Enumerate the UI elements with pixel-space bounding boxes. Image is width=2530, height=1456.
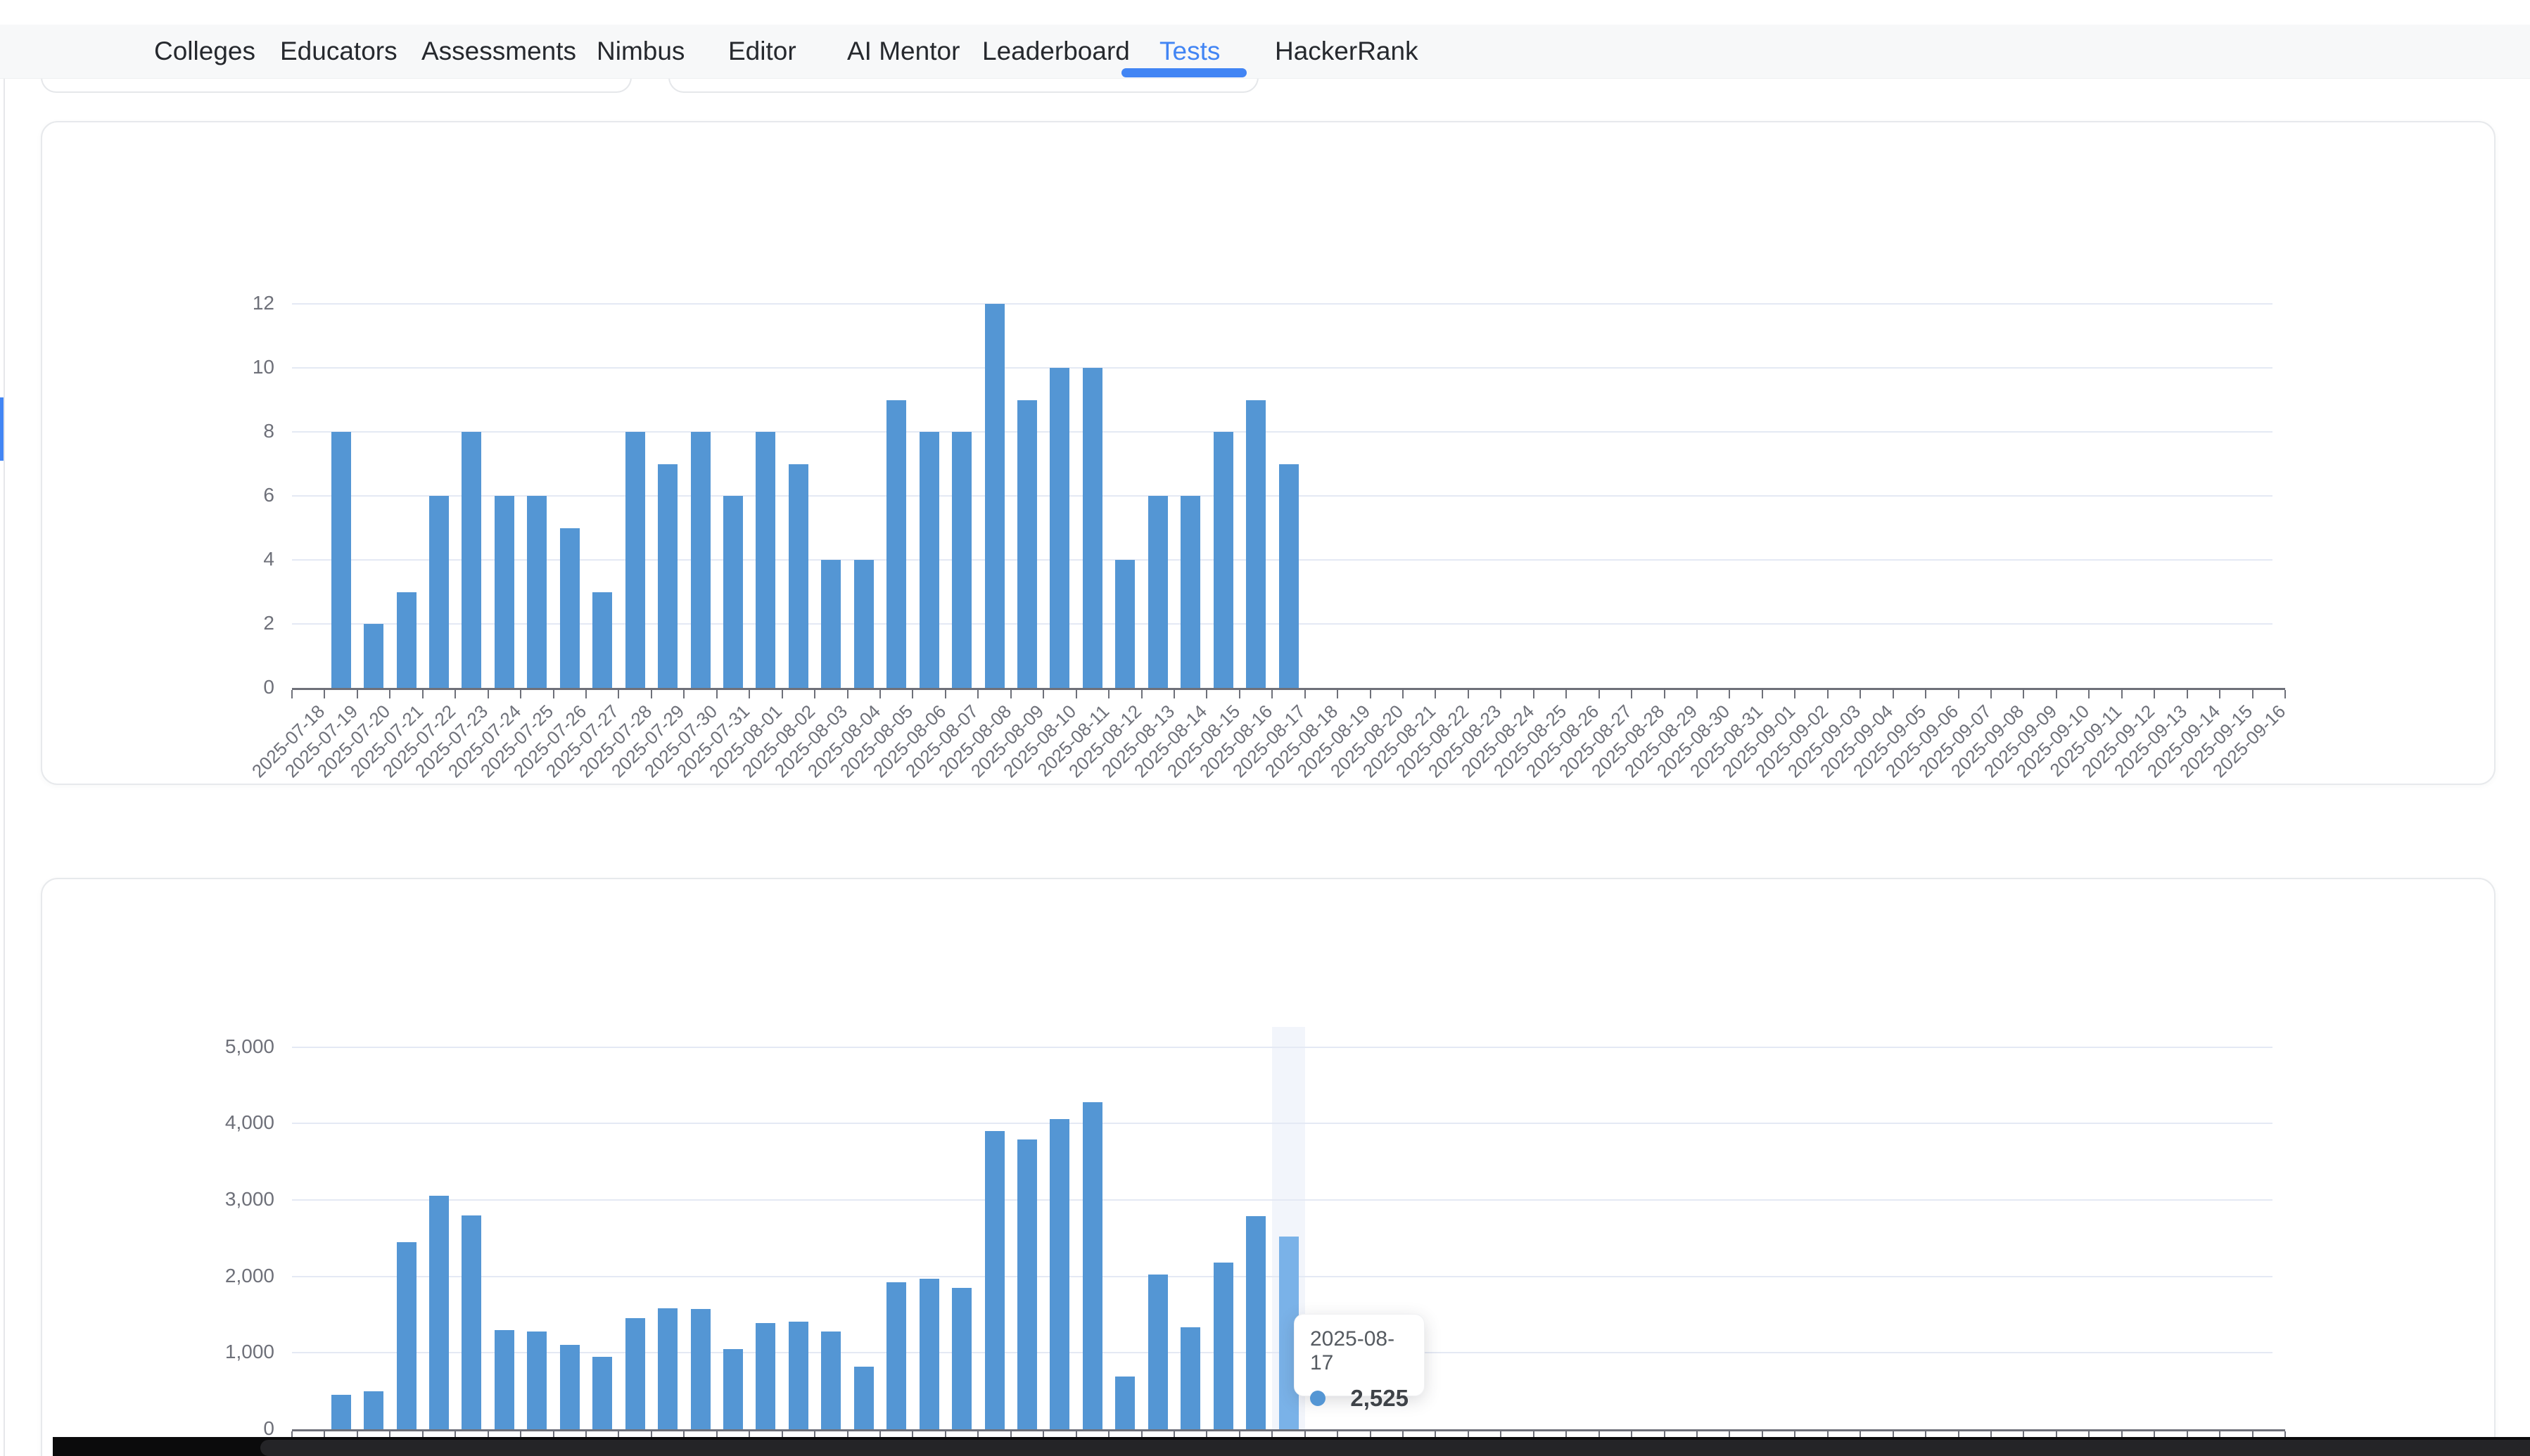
bar-2025-07-26[interactable]: [560, 528, 580, 689]
tab-editor[interactable]: Editor: [728, 37, 796, 66]
tab-colleges[interactable]: Colleges: [154, 37, 255, 66]
bar-2025-07-24[interactable]: [495, 496, 514, 688]
tab-nimbus[interactable]: Nimbus: [597, 37, 685, 66]
bar-2025-07-20[interactable]: [364, 1391, 383, 1429]
bar-2025-08-13[interactable]: [1148, 1275, 1168, 1429]
bar-2025-07-26[interactable]: [560, 1345, 580, 1429]
bar-2025-07-30[interactable]: [691, 1309, 711, 1429]
top-navbar: Colleges Educators Assessments Nimbus Editor…: [0, 25, 2530, 79]
tab-hackerrank[interactable]: HackerRank: [1275, 37, 1418, 66]
bar-2025-08-05[interactable]: [886, 1282, 906, 1429]
bar-2025-07-29[interactable]: [658, 464, 678, 689]
bar-2025-08-14[interactable]: [1181, 496, 1200, 688]
bottom-scrollbar-thumb[interactable]: [260, 1440, 2530, 1456]
bottom-scrollbar-track[interactable]: [53, 1437, 2530, 1456]
page-root: Colleges Educators Assessments Nimbus Editor…: [0, 0, 2530, 1456]
bar-2025-07-22[interactable]: [429, 1196, 449, 1429]
bar-2025-08-15[interactable]: [1214, 1263, 1233, 1429]
bar-2025-07-27[interactable]: [592, 592, 612, 689]
bar-2025-08-14[interactable]: [1181, 1327, 1200, 1429]
bar-2025-07-20[interactable]: [364, 624, 383, 688]
bar-2025-07-28[interactable]: [625, 1318, 645, 1429]
bar-2025-08-09[interactable]: [1017, 400, 1037, 689]
bar-2025-08-04[interactable]: [854, 1367, 874, 1429]
bar-2025-07-22[interactable]: [429, 496, 449, 688]
bar-2025-08-02[interactable]: [789, 464, 808, 689]
bar-2025-07-19[interactable]: [331, 432, 351, 688]
left-scrollbar-track: [4, 78, 5, 1456]
bar-2025-08-10[interactable]: [1050, 1119, 1069, 1429]
bar-2025-08-13[interactable]: [1148, 496, 1168, 688]
tab-tests[interactable]: Tests: [1159, 37, 1220, 66]
bar-2025-08-16[interactable]: [1246, 1216, 1266, 1429]
bar-2025-07-30[interactable]: [691, 432, 711, 688]
tooltip-date: 2025-08-17: [1310, 1327, 1409, 1375]
bar-2025-08-01[interactable]: [756, 1323, 775, 1429]
bar-2025-08-17[interactable]: [1279, 464, 1299, 689]
bar-2025-08-11[interactable]: [1083, 1102, 1102, 1429]
bar-2025-07-21[interactable]: [397, 1242, 417, 1429]
bar-2025-07-19[interactable]: [331, 1395, 351, 1429]
bar-2025-08-12[interactable]: [1115, 1377, 1135, 1429]
left-scrollbar-thumb[interactable]: [0, 397, 4, 461]
tooltip-value: 2,525: [1350, 1385, 1409, 1412]
bar-2025-07-25[interactable]: [527, 496, 547, 688]
bar-2025-08-01[interactable]: [756, 432, 775, 688]
bar-2025-08-02[interactable]: [789, 1322, 808, 1429]
bar-2025-08-07[interactable]: [952, 1288, 972, 1429]
bar-2025-07-27[interactable]: [592, 1357, 612, 1429]
tab-leaderboard[interactable]: Leaderboard: [982, 37, 1130, 66]
bar-2025-07-21[interactable]: [397, 592, 417, 689]
chart-tooltip: 2025-08-17 2,525: [1294, 1314, 1425, 1396]
bar-2025-07-29[interactable]: [658, 1308, 678, 1429]
bar-2025-08-06[interactable]: [920, 432, 939, 688]
bar-2025-08-15[interactable]: [1214, 432, 1233, 688]
bar-2025-07-24[interactable]: [495, 1330, 514, 1429]
bar-2025-08-12[interactable]: [1115, 560, 1135, 688]
bar-2025-07-23[interactable]: [462, 432, 481, 688]
bar-2025-08-03[interactable]: [821, 560, 841, 688]
bar-2025-07-28[interactable]: [625, 432, 645, 688]
tab-assessments[interactable]: Assessments: [421, 37, 576, 66]
bar-2025-08-04[interactable]: [854, 560, 874, 688]
bar-2025-07-31[interactable]: [723, 496, 743, 688]
bar-2025-08-10[interactable]: [1050, 368, 1069, 688]
bar-2025-08-03[interactable]: [821, 1332, 841, 1429]
tab-ai-mentor[interactable]: AI Mentor: [847, 37, 960, 66]
tab-educators[interactable]: Educators: [280, 37, 398, 66]
active-tab-indicator: [1121, 68, 1247, 77]
bar-2025-08-11[interactable]: [1083, 368, 1102, 688]
bar-2025-08-07[interactable]: [952, 432, 972, 688]
bar-2025-07-23[interactable]: [462, 1215, 481, 1429]
bar-2025-08-16[interactable]: [1246, 400, 1266, 689]
bar-2025-08-05[interactable]: [886, 400, 906, 689]
bar-2025-07-25[interactable]: [527, 1332, 547, 1429]
bar-2025-08-06[interactable]: [920, 1279, 939, 1429]
series-dot-icon: [1310, 1391, 1326, 1406]
bar-2025-07-31[interactable]: [723, 1349, 743, 1429]
bar-2025-08-08[interactable]: [985, 1131, 1005, 1429]
bar-2025-08-08[interactable]: [985, 304, 1005, 688]
bar-2025-08-09[interactable]: [1017, 1139, 1037, 1429]
